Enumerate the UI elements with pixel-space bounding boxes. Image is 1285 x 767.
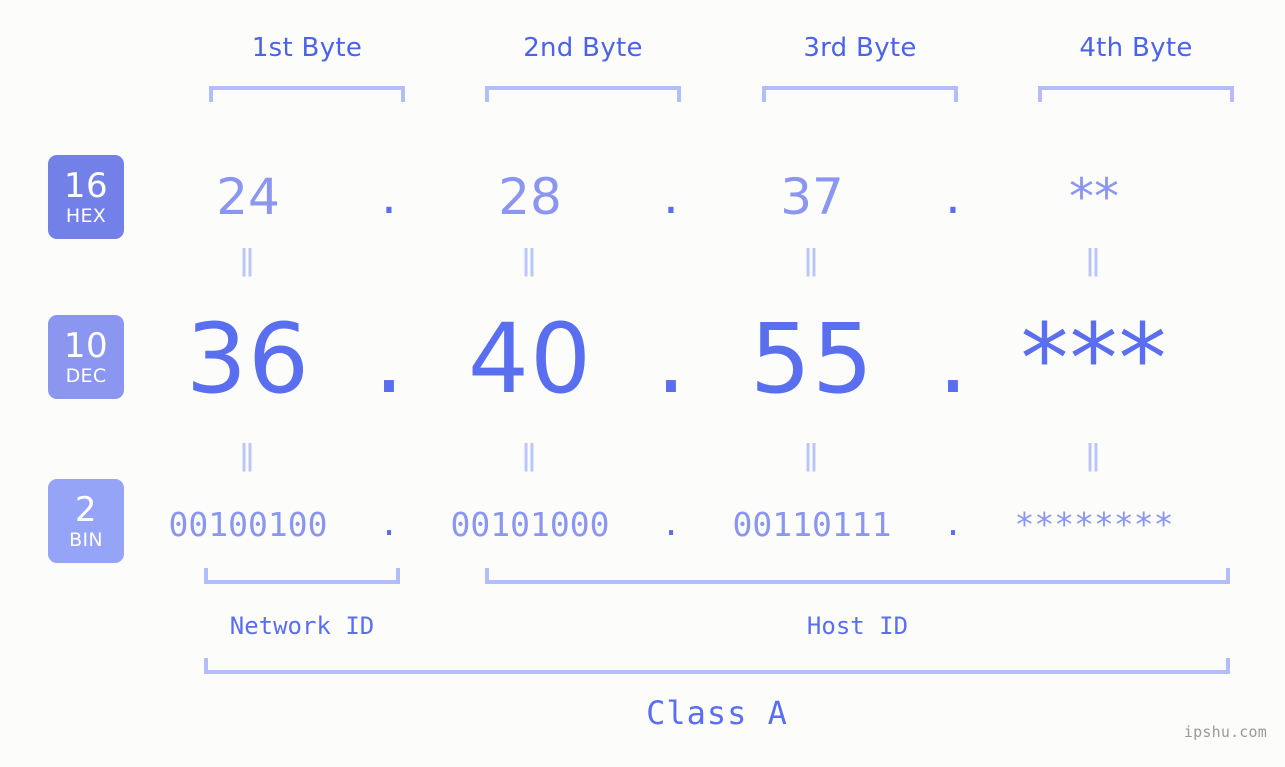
bin-separator-2: . [661,504,681,544]
equality-mark-7: ǁ [714,441,910,471]
bin-byte-1: 00100100 [168,504,328,544]
equality-mark-glyph: ǁ [521,243,539,278]
ip-byte-breakdown-diagram: 1st Byte 2nd Byte 3rd Byte 4th Byte 16 H… [0,0,1285,767]
hex-separator-3: . [945,167,961,226]
base-badge-hex-name: HEX [65,204,107,227]
byte-header-1: 1st Byte [251,33,363,63]
network-id-bracket [204,568,400,584]
bin-value-row: 00100100 . 00101000 . 00110111 . *******… [150,494,1280,554]
byte-bracket-2 [485,86,681,102]
equality-mark-glyph: ǁ [803,243,821,278]
dec-separator-1: . [373,302,405,415]
equality-mark-glyph: ǁ [1085,243,1103,278]
hex-separator-1: . [381,167,397,226]
byte-header-2: 2nd Byte [523,33,643,63]
hex-value-row: 24 . 28 . 37 . ** [150,152,1280,242]
hex-byte-4: ** [1069,168,1119,226]
byte-bracket-4 [1038,86,1234,102]
hex-byte-1: 24 [216,168,280,226]
base-badge-dec: 10 DEC [48,315,124,399]
equality-mark-8: ǁ [996,441,1192,471]
watermark: ipshu.com [1183,723,1267,741]
equality-mark-glyph: ǁ [239,243,257,278]
dec-value-row: 36 . 40 . 55 . *** [150,300,1280,418]
dec-byte-4: *** [1020,303,1168,415]
byte-bracket-3 [762,86,958,102]
bin-byte-3: 00110111 [732,504,892,544]
bin-byte-2: 00101000 [450,504,610,544]
dec-separator-2: . [655,302,687,415]
bin-separator-1: . [379,504,399,544]
host-id-bracket [485,568,1230,584]
equality-row-dec-bin: ǁ ǁ ǁ ǁ [150,441,1280,471]
equality-mark-1: ǁ [150,246,346,276]
equality-mark-glyph: ǁ [239,438,257,473]
dec-byte-1: 36 [185,303,311,415]
bin-byte-4: ******** [1014,504,1174,544]
byte-header-4: 4th Byte [1079,33,1193,63]
equality-mark-4: ǁ [996,246,1192,276]
base-badge-dec-number: 10 [63,325,109,366]
equality-mark-5: ǁ [150,441,346,471]
base-badge-bin: 2 BIN [48,479,124,563]
equality-mark-6: ǁ [432,441,628,471]
equality-mark-3: ǁ [714,246,910,276]
equality-mark-glyph: ǁ [803,438,821,473]
equality-mark-glyph: ǁ [1085,438,1103,473]
class-label: Class A [646,694,788,732]
hex-separator-2: . [663,167,679,226]
dec-separator-3: . [937,302,969,415]
bin-separator-3: . [943,504,963,544]
dec-byte-2: 40 [467,303,593,415]
hex-byte-2: 28 [498,168,562,226]
equality-row-hex-dec: ǁ ǁ ǁ ǁ [150,246,1280,276]
base-badge-bin-name: BIN [69,528,103,551]
base-badge-bin-number: 2 [74,489,98,530]
hex-byte-3: 37 [780,168,844,226]
host-id-label: Host ID [806,612,909,640]
base-badge-hex-number: 16 [63,165,109,206]
byte-bracket-1 [209,86,405,102]
network-id-label: Network ID [229,612,375,640]
base-badge-dec-name: DEC [65,364,107,387]
equality-mark-glyph: ǁ [521,438,539,473]
byte-header-3: 3rd Byte [803,33,917,63]
class-bracket [204,658,1230,674]
base-badge-hex: 16 HEX [48,155,124,239]
dec-byte-3: 55 [749,303,875,415]
equality-mark-2: ǁ [432,246,628,276]
